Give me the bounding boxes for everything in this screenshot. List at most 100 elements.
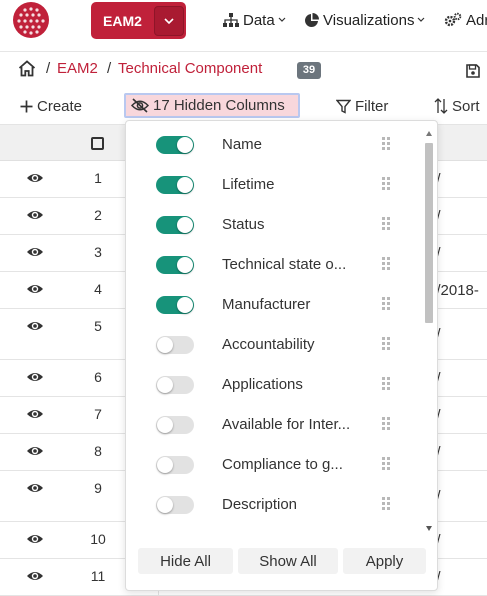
sort-button[interactable]: Sort [434,96,480,116]
app-switch-button[interactable]: EAM2 [91,2,186,39]
nav-data[interactable]: Data [223,10,286,30]
sitemap-icon [223,13,239,27]
scroll-down-arrow[interactable] [426,526,432,531]
column-visibility-toggle[interactable] [156,456,194,474]
toggle-knob [177,257,193,273]
drag-handle-icon[interactable] [382,137,390,150]
eye-icon[interactable] [26,246,44,258]
column-visibility-toggle[interactable] [156,296,194,314]
column-toggle-row: Available for Inter... [126,406,424,446]
nav-admin[interactable]: Adr [444,10,487,30]
pie-chart-icon [305,12,319,27]
column-visibility-toggle[interactable] [156,496,194,514]
scrollbar-thumb[interactable] [425,143,433,323]
select-all-checkbox[interactable] [91,137,104,150]
create-label: Create [37,97,83,115]
column-toggle-row: Description [126,486,424,526]
nav-admin-label: Adr [466,11,487,29]
column-visibility-toggle[interactable] [156,136,194,154]
column-name: Compliance to g... [222,456,343,473]
row-number: 7 [94,406,102,422]
drag-handle-icon[interactable] [382,457,390,470]
show-all-button[interactable]: Show All [238,548,338,574]
breadcrumb-eam2[interactable]: EAM2 [57,60,98,77]
column-toggle-row: Manufacturer [126,286,424,326]
drag-handle-icon[interactable] [382,297,390,310]
eye-icon[interactable] [26,283,44,295]
row-number: 11 [90,568,106,584]
column-name: Status [222,216,265,233]
drag-handle-icon[interactable] [382,217,390,230]
eye-icon[interactable] [26,570,44,582]
column-toggle-row: Technical state o... [126,246,424,286]
drag-handle-icon[interactable] [382,337,390,350]
chevron-down-icon [278,17,286,22]
toggle-knob [177,137,193,153]
column-toggle-row: Lifetime [126,166,424,206]
drag-handle-icon[interactable] [382,177,390,190]
breadcrumb-separator: / [107,60,112,77]
save-icon[interactable] [466,64,480,78]
sort-icon [434,98,448,114]
app-switch-label: EAM2 [103,13,142,29]
toggle-knob [177,297,193,313]
count-badge: 39 [297,62,321,79]
column-toggle-row: Status [126,206,424,246]
column-name: Manufacturer [222,296,311,313]
gears-icon [444,12,462,27]
drag-handle-icon[interactable] [382,377,390,390]
scroll-up-arrow[interactable] [426,131,432,136]
hide-all-button[interactable]: Hide All [138,548,233,574]
eye-slash-icon [131,98,149,113]
home-icon[interactable] [18,60,36,77]
plus-icon [20,100,33,112]
chevron-down-icon [418,17,425,22]
hidden-columns-button[interactable]: 17 Hidden Columns [124,93,300,118]
column-visibility-toggle[interactable] [156,416,194,434]
eye-icon[interactable] [26,320,44,332]
nav-visualizations[interactable]: Visualizations [304,10,425,30]
eye-icon[interactable] [26,533,44,545]
app-switch-caret-button[interactable] [154,6,184,36]
breadcrumb-technical-component[interactable]: Technical Component [118,60,262,77]
column-name: Technical state o... [222,256,347,273]
eye-icon[interactable] [26,482,44,494]
eye-icon[interactable] [26,172,44,184]
column-name: Accountability [222,336,315,353]
column-visibility-toggle[interactable] [156,256,194,274]
nav-visualizations-label: Visualizations [323,11,415,29]
toggle-knob [177,177,193,193]
toggle-knob [157,417,173,433]
toggle-knob [157,377,173,393]
eye-icon[interactable] [26,445,44,457]
hidden-columns-label: 17 Hidden Columns [153,97,285,114]
column-visibility-toggle[interactable] [156,176,194,194]
toggle-knob [157,497,173,513]
row-number: 6 [94,369,102,385]
row-number: 4 [94,281,102,297]
hidden-columns-panel: Name Lifetime Status Technical state o... Ma… [125,120,438,591]
create-button[interactable]: Create [20,96,82,116]
column-visibility-toggle[interactable] [156,336,194,354]
filter-button[interactable]: Filter [336,96,388,116]
eye-icon[interactable] [26,371,44,383]
row-number: 2 [94,207,102,223]
column-name: Applications [222,376,303,393]
eye-icon[interactable] [26,209,44,221]
filter-label: Filter [355,97,389,115]
logo[interactable] [12,1,50,39]
row-number: 9 [94,480,102,496]
row-number: 1 [94,170,102,186]
row-number: 3 [94,244,102,260]
toggle-knob [157,457,173,473]
drag-handle-icon[interactable] [382,417,390,430]
apply-button[interactable]: Apply [343,548,426,574]
column-visibility-toggle[interactable] [156,216,194,234]
breadcrumb: / EAM2 / Technical Component [0,52,487,88]
column-name: Description [222,496,298,513]
eye-icon[interactable] [26,408,44,420]
row-number: 5 [94,318,102,334]
drag-handle-icon[interactable] [382,497,390,510]
column-visibility-toggle[interactable] [156,376,194,394]
drag-handle-icon[interactable] [382,257,390,270]
